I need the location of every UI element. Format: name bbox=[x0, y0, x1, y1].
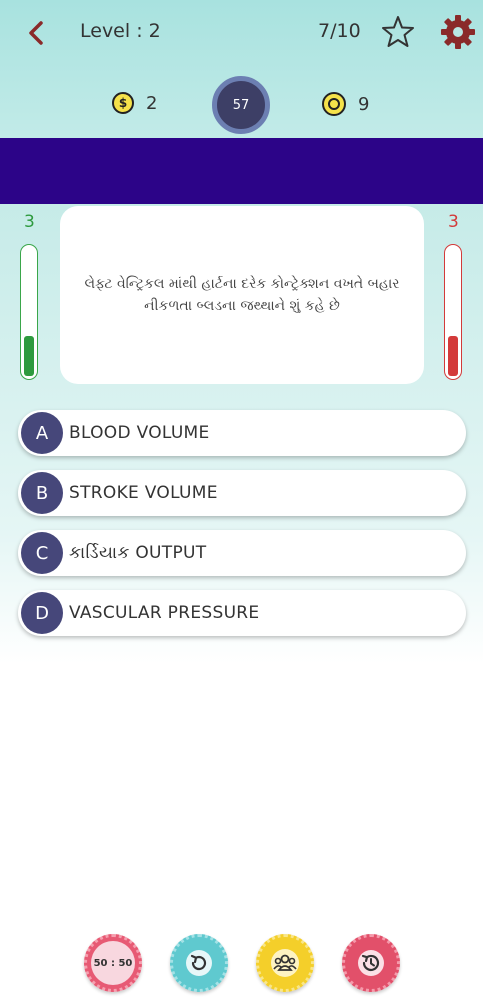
level-label: Level : 2 bbox=[80, 20, 161, 42]
wrong-meter-fill bbox=[448, 335, 458, 376]
option-d-button[interactable]: D VASCULAR PRESSURE bbox=[18, 590, 466, 636]
dollar-coin-icon: $ bbox=[112, 92, 134, 114]
retry-button[interactable] bbox=[170, 934, 228, 992]
header-band bbox=[0, 138, 483, 204]
correct-meter-fill bbox=[24, 335, 34, 376]
tokens-count: 9 bbox=[358, 93, 370, 115]
option-c-button[interactable]: C કાર્ડિયાક OUTPUT bbox=[18, 530, 466, 576]
retry-icon bbox=[186, 950, 212, 976]
option-letter: C bbox=[21, 532, 63, 574]
coins-stat: $ 2 bbox=[112, 92, 157, 114]
question-text: લેફ્ટ વેન્ટ્રિકલ માંથી હાર્ટના દરેક કોન્… bbox=[84, 275, 400, 314]
option-text: STROKE VOLUME bbox=[69, 483, 218, 503]
tokens-stat: 9 bbox=[322, 92, 369, 116]
token-coin-icon bbox=[322, 92, 346, 116]
option-letter: D bbox=[21, 592, 63, 634]
option-text: VASCULAR PRESSURE bbox=[69, 603, 260, 623]
correct-meter bbox=[20, 244, 38, 380]
wrong-count: 3 bbox=[448, 212, 459, 232]
coins-count: 2 bbox=[146, 92, 158, 114]
audience-poll-button[interactable] bbox=[256, 934, 314, 992]
fifty-fifty-button[interactable]: 50 : 50 bbox=[84, 934, 142, 992]
option-a-button[interactable]: A BLOOD VOLUME bbox=[18, 410, 466, 456]
timer: 57 bbox=[212, 76, 270, 134]
option-text: BLOOD VOLUME bbox=[69, 423, 210, 443]
option-text: કાર્ડિયાક OUTPUT bbox=[69, 543, 207, 563]
option-b-button[interactable]: B STROKE VOLUME bbox=[18, 470, 466, 516]
question-progress: 7/10 bbox=[318, 20, 361, 42]
fifty-fifty-label: 50 : 50 bbox=[91, 941, 135, 985]
back-arrow-icon[interactable] bbox=[22, 18, 52, 48]
wrong-meter bbox=[444, 244, 462, 380]
gear-icon[interactable] bbox=[438, 12, 478, 52]
question-card: લેફ્ટ વેન્ટ્રિકલ માંથી હાર્ટના દરેક કોન્… bbox=[60, 206, 424, 384]
option-letter: A bbox=[21, 412, 63, 454]
time-reset-icon bbox=[358, 950, 384, 976]
audience-icon bbox=[271, 949, 299, 977]
extra-time-button[interactable] bbox=[342, 934, 400, 992]
option-letter: B bbox=[21, 472, 63, 514]
correct-count: 3 bbox=[24, 212, 35, 232]
star-icon[interactable] bbox=[380, 14, 416, 50]
